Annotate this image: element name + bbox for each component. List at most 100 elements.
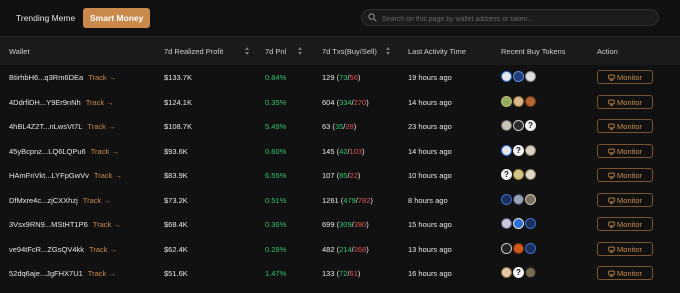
token-icon[interactable] [501,71,512,82]
token-icon[interactable] [501,95,512,107]
monitor-label[interactable]: Monitor [617,122,642,131]
wallet-address-text[interactable]: HAmFnVkt...LYFpGwVv [9,171,89,180]
monitor-label[interactable]: Monitor [617,269,642,278]
sort-pnl-icon[interactable] [298,47,303,55]
track-link[interactable]: Track → [87,122,115,131]
unknown-token-icon[interactable]: ? [525,120,536,131]
sort-profit-icon[interactable] [245,47,250,55]
monitor-button[interactable]: Monitor [597,168,653,182]
token-icon[interactable] [525,95,536,107]
token-icon[interactable] [501,120,512,131]
wallet-address-text[interactable]: BtirhbH6...q3Rm6DEa [9,73,83,82]
monitor-label[interactable]: Monitor [617,73,642,82]
table-row[interactable]: 45yBcpnz...LQ6LQPu6 Track → $93.6K 0.60% … [0,139,680,164]
table-row[interactable]: BtirhbH6...q3Rm6DEa Track → $133.7K 0.84%… [0,65,680,90]
wallet-address[interactable]: 52dq6aje...JgFHX7U1 Track → [9,269,116,278]
wallet-address-text[interactable]: 45yBcpnz...LQ6LQPu6 [9,147,86,156]
track-link[interactable]: Track → [88,269,116,278]
monitor-button[interactable]: Monitor [597,192,653,207]
wallet-address-text[interactable]: DfMxre4c...zjCXXhzj [9,196,78,205]
track-label[interactable]: Track [91,147,109,156]
unknown-token-icon[interactable]: ? [513,144,524,156]
track-link[interactable]: Track → [83,196,111,205]
table-row[interactable]: ve94tFcR...ZGsQV4kk Track → $62.4K 0.28% … [0,237,680,262]
monitor-button[interactable]: Monitor [597,266,653,280]
track-link[interactable]: Track → [91,147,119,156]
token-icon[interactable] [501,144,512,156]
token-icon[interactable] [525,71,536,82]
wallet-address[interactable]: 3Vsx9RN9...MStHT1P6 Track → [9,220,121,229]
wallet-address-text[interactable]: 4hBL4Z2T...nLwsVt7L [9,122,82,131]
track-label[interactable]: Track [93,220,111,229]
column-realized-profit[interactable]: 7d Realized Profit [164,47,223,56]
track-label[interactable]: Track [86,98,104,107]
token-icon[interactable] [501,267,512,278]
wallet-address[interactable]: ve94tFcR...ZGsQV4kk Track → [9,245,117,254]
monitor-label[interactable]: Monitor [617,98,642,107]
track-link[interactable]: Track → [94,171,122,180]
track-link[interactable]: Track → [93,220,121,229]
token-icon[interactable] [525,242,536,254]
token-icon[interactable] [525,193,536,205]
column-pnl[interactable]: 7d Pnl [265,47,286,56]
track-link[interactable]: Track → [88,73,116,82]
monitor-button[interactable]: Monitor [597,241,653,256]
token-icon[interactable] [525,144,536,156]
wallet-address[interactable]: 45yBcpnz...LQ6LQPu6 Track → [9,147,119,156]
monitor-label[interactable]: Monitor [617,196,642,205]
token-icon[interactable] [501,193,512,205]
wallet-address-text[interactable]: 4DdrfiDH...Y9Er9nNh [9,98,81,107]
table-row[interactable]: 4DdrfiDH...Y9Er9nNh Track → $124.1K 0.35%… [0,90,680,115]
unknown-token-icon[interactable]: ? [513,267,524,278]
track-label[interactable]: Track [88,73,106,82]
token-icon[interactable] [513,193,524,205]
token-icon[interactable] [525,218,536,229]
track-label[interactable]: Track [94,171,112,180]
wallet-address-text[interactable]: 3Vsx9RN9...MStHT1P6 [9,220,88,229]
track-link[interactable]: Track → [86,98,114,107]
wallet-address[interactable]: 4hBL4Z2T...nLwsVt7L Track → [9,122,115,131]
token-icon[interactable] [513,218,524,229]
monitor-label[interactable]: Monitor [617,171,642,180]
wallet-address[interactable]: DfMxre4c...zjCXXhzj Track → [9,196,111,205]
monitor-label[interactable]: Monitor [617,147,642,156]
unknown-token-icon[interactable]: ? [501,169,512,180]
monitor-label[interactable]: Monitor [617,245,642,254]
track-label[interactable]: Track [87,122,105,131]
table-row[interactable]: DfMxre4c...zjCXXhzj Track → $73.2K 0.51% … [0,188,680,213]
search-bar[interactable] [361,9,659,26]
track-label[interactable]: Track [88,269,106,278]
column-txs[interactable]: 7d Txs(Buy/Sell) [322,47,377,56]
token-icon[interactable] [501,242,512,254]
monitor-button[interactable]: Monitor [597,94,653,109]
token-icon[interactable] [525,267,536,278]
wallet-address[interactable]: HAmFnVkt...LYFpGwVv Track → [9,171,122,180]
token-icon[interactable] [513,242,524,254]
track-label[interactable]: Track [89,245,107,254]
tab-trending-meme[interactable]: Trending Meme [9,8,82,28]
token-icon[interactable] [513,71,524,82]
wallet-address-text[interactable]: 52dq6aje...JgFHX7U1 [9,269,83,278]
monitor-button[interactable]: Monitor [597,217,653,231]
track-label[interactable]: Track [83,196,101,205]
wallet-address[interactable]: 4DdrfiDH...Y9Er9nNh Track → [9,98,114,107]
token-icon[interactable] [525,169,536,180]
wallet-address[interactable]: BtirhbH6...q3Rm6DEa Track → [9,73,116,82]
monitor-button[interactable]: Monitor [597,70,653,84]
table-row[interactable]: HAmFnVkt...LYFpGwVv Track → $83.9K 6.55% … [0,163,680,188]
monitor-button[interactable]: Monitor [597,119,653,133]
tab-smart-money[interactable]: Smart Money [83,8,151,28]
table-row[interactable]: 3Vsx9RN9...MStHT1P6 Track → $68.4K 0.36% … [0,212,680,237]
token-icon[interactable] [501,218,512,229]
sort-txs-icon[interactable] [386,47,391,55]
token-icon[interactable] [513,95,524,107]
monitor-label[interactable]: Monitor [617,220,642,229]
track-link[interactable]: Track → [89,245,117,254]
table-row[interactable]: 4hBL4Z2T...nLwsVt7L Track → $108.7K 5.49%… [0,114,680,139]
wallet-address-text[interactable]: ve94tFcR...ZGsQV4kk [9,245,84,254]
token-icon[interactable] [513,169,524,180]
token-icon[interactable] [513,120,524,131]
table-row[interactable]: 52dq6aje...JgFHX7U1 Track → $51.6K 1.47% … [0,261,680,286]
monitor-button[interactable]: Monitor [597,143,653,158]
search-input[interactable] [380,12,654,26]
